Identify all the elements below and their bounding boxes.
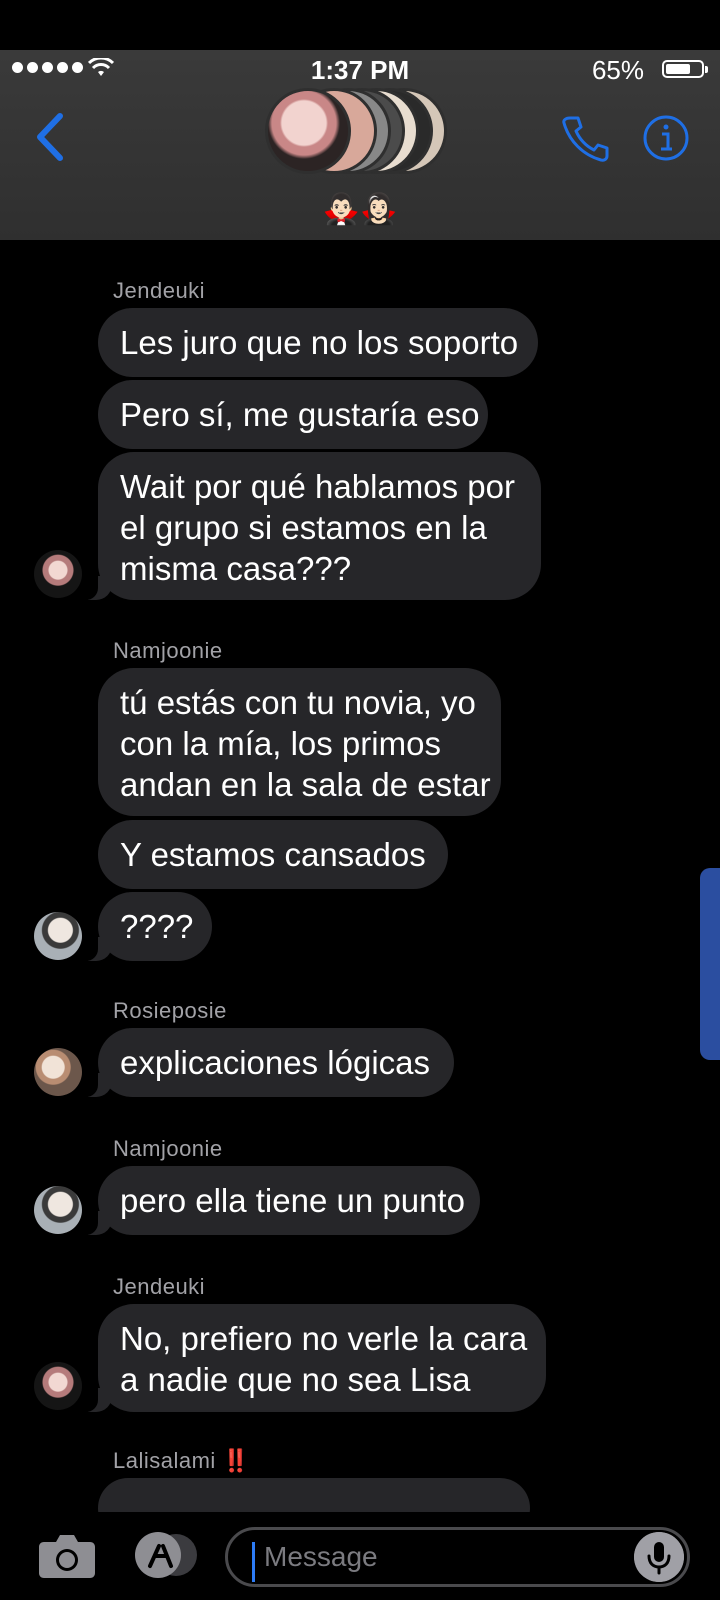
sender-name: Jendeuki <box>113 278 206 303</box>
message-bubble[interactable]: ???? <box>81 892 212 961</box>
camera-icon[interactable] <box>38 1530 96 1580</box>
group-name[interactable]: 🧛🏻‍♂️🧛🏻‍♀️ <box>0 192 720 227</box>
phone-icon[interactable] <box>560 112 612 164</box>
avatar[interactable] <box>34 1362 82 1410</box>
message-thread[interactable]: Jendeuki Les juro que no los soporto Per… <box>0 240 720 1512</box>
sender-name: Namjoonie <box>113 1136 223 1161</box>
message-bubble[interactable]: No, prefiero no verle la cara a nadie qu… <box>81 1304 546 1412</box>
message-composer: Message <box>0 1512 720 1600</box>
sender-name: Lalisalami ‼️ <box>113 1448 251 1473</box>
sender-name: Rosieposie <box>113 998 227 1023</box>
back-chevron-icon[interactable] <box>30 112 70 162</box>
message-bubble[interactable]: explicaciones lógicas <box>81 1028 454 1097</box>
scrollbar[interactable] <box>700 868 720 1060</box>
microphone-icon[interactable] <box>634 1532 684 1582</box>
app-store-icon[interactable] <box>132 1530 204 1580</box>
message-bubble[interactable]: tú estás con tu novia, yo con la mía, lo… <box>98 668 501 816</box>
message-bubble[interactable]: Wait por qué hablamos por el grupo si es… <box>81 452 541 600</box>
avatar[interactable] <box>34 1048 82 1096</box>
text-cursor <box>252 1542 255 1582</box>
group-avatar-stack[interactable] <box>265 88 455 178</box>
avatar[interactable] <box>34 550 82 598</box>
sender-name: Jendeuki <box>113 1274 206 1299</box>
message-bubble[interactable]: Pero sí, me gustaría eso <box>98 380 488 449</box>
battery-percentage: 65% <box>591 55 644 85</box>
battery-icon <box>662 60 708 78</box>
avatar[interactable] <box>34 1186 82 1234</box>
avatar[interactable] <box>34 912 82 960</box>
screen-top-edge <box>0 0 720 50</box>
message-bubble[interactable]: Y estamos cansados <box>98 820 448 889</box>
message-input[interactable]: Message <box>225 1527 690 1587</box>
sender-name: Namjoonie <box>113 638 223 663</box>
message-bubble-partial[interactable] <box>98 1478 530 1512</box>
message-bubble[interactable]: Les juro que no los soporto <box>98 308 538 377</box>
message-bubble[interactable]: pero ella tiene un punto <box>81 1166 480 1235</box>
info-icon[interactable] <box>642 114 690 162</box>
status-bar: 1:37 PM 65% <box>0 50 720 90</box>
